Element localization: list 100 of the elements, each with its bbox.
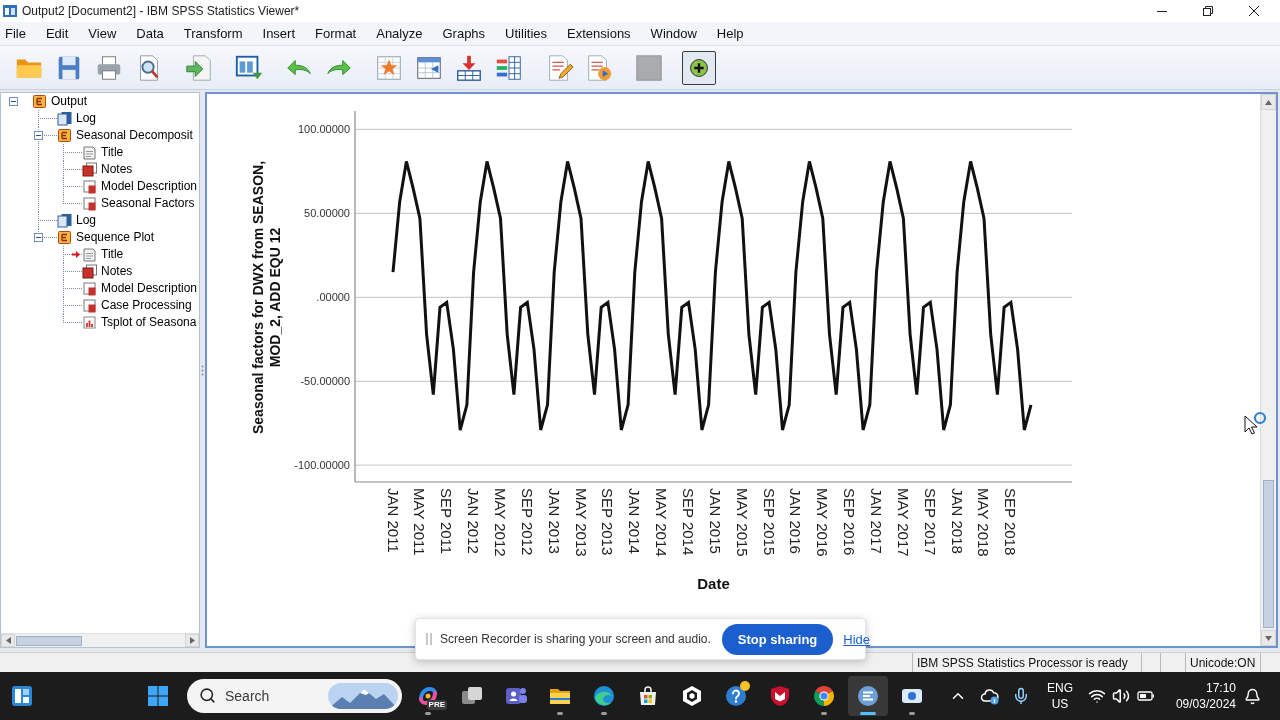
- stop-sharing-button[interactable]: Stop sharing: [721, 623, 834, 655]
- x-tick-label: MAY 2012: [491, 488, 509, 557]
- status-message: IBM SPSS Statistics Processor is ready: [917, 655, 1128, 670]
- x-tick-label: JAN 2018: [948, 488, 966, 554]
- y-axis-title: Seasonal factors for DWX from SEASON, MOD_2, ADD EQU 12: [249, 160, 283, 435]
- minus-box-icon[interactable]: [34, 131, 43, 140]
- book-icon: [57, 128, 72, 143]
- splitter-grip-icon[interactable]: [201, 364, 204, 376]
- windows-logo-icon: [146, 684, 170, 708]
- page-icon: [82, 247, 97, 262]
- x-tick-label: SEP 2013: [599, 488, 617, 556]
- outline-item[interactable]: Model Description: [101, 179, 198, 194]
- table-page-icon: [82, 179, 97, 194]
- taskbar-app-button[interactable]: PRE: [408, 676, 448, 716]
- table-page-icon: [82, 196, 97, 211]
- notes-page-icon: [82, 162, 97, 177]
- outline-item[interactable]: Log: [76, 213, 97, 228]
- x-tick-label: JAN 2013: [545, 488, 563, 554]
- x-tick-label: SEP 2016: [841, 488, 859, 556]
- bar-chart-page-icon: [82, 315, 97, 330]
- x-tick-label: SEP 2015: [760, 488, 778, 556]
- x-tick-label: SEP 2014: [680, 488, 697, 556]
- arrow-page-icon: [184, 52, 214, 83]
- outline-item[interactable]: Tsplot of Seasona: [101, 315, 197, 330]
- bell-icon: [1243, 687, 1261, 705]
- x-tick-label: JAN 2012: [465, 488, 483, 554]
- scroll-down-button[interactable]: [1261, 630, 1276, 646]
- busy-cursor-icon: [1243, 410, 1267, 436]
- outline-item[interactable]: Title: [101, 145, 124, 160]
- input-language-button[interactable]: ENG US: [1041, 676, 1079, 716]
- page-icon: [82, 145, 97, 160]
- cloud-icon: [980, 686, 1000, 706]
- outline-item[interactable]: Notes: [101, 162, 133, 177]
- taskbar-app-button[interactable]: [848, 676, 888, 716]
- book-icon: [57, 230, 72, 245]
- menu-item[interactable]: Window: [640, 22, 707, 45]
- outline-item[interactable]: Seasonal Factors: [101, 196, 195, 211]
- wave-circle-icon: [592, 684, 616, 708]
- lines-circle-icon: [856, 684, 880, 708]
- book-icon: [32, 94, 47, 109]
- menu-item[interactable]: Format: [305, 22, 367, 45]
- minus-box-icon[interactable]: [34, 233, 43, 242]
- scroll-right-button[interactable]: [185, 634, 199, 647]
- menu-item[interactable]: View: [78, 22, 127, 45]
- menu-item[interactable]: Utilities: [495, 22, 557, 45]
- outline-item[interactable]: Case Processing: [101, 298, 192, 313]
- outline-item[interactable]: Notes: [101, 264, 133, 279]
- microphone-icon: [1012, 687, 1030, 705]
- x-tick-label: SEP 2018: [1002, 488, 1020, 556]
- x-tick-label: SEP 2017: [921, 488, 939, 556]
- outline-item[interactable]: Log: [76, 111, 97, 126]
- x-tick-label: SEP 2011: [438, 488, 456, 555]
- y-tick-label: -100.00000: [294, 459, 350, 472]
- clock-button[interactable]: 17:10 09/03/2024: [1170, 676, 1240, 716]
- outline-item[interactable]: Sequence Plot: [76, 230, 155, 245]
- down-triangle-icon: [1265, 634, 1272, 642]
- help-icon: [724, 684, 748, 708]
- scrollbar-thumb[interactable]: [16, 635, 82, 646]
- scroll-up-button[interactable]: [1261, 94, 1276, 110]
- x-tick-label: MAY 2013: [572, 488, 590, 557]
- menu-item[interactable]: File: [0, 22, 36, 45]
- scroll-left-button[interactable]: [1, 634, 15, 647]
- x-tick-label: MAY 2017: [894, 488, 912, 557]
- hide-link[interactable]: Hide: [843, 631, 871, 647]
- minus-box-icon[interactable]: [9, 97, 18, 106]
- drag-handle-icon[interactable]: [426, 632, 432, 646]
- menu-item[interactable]: Insert: [252, 22, 306, 45]
- scrollbar-thumb[interactable]: [1263, 480, 1274, 628]
- x-tick-label: MAY 2015: [733, 488, 751, 557]
- toolbar-button[interactable]: [682, 50, 716, 85]
- menu-item[interactable]: Transform: [173, 22, 253, 45]
- x-tick-label: MAY 2011: [411, 488, 429, 556]
- notebook-icon: [57, 111, 72, 126]
- y-tick-label: 100.00000: [298, 123, 350, 136]
- hexagon-icon: [680, 684, 704, 708]
- window-title: Output2 [Document2] - IBM SPSS Statistics Viewer*: [22, 4, 300, 18]
- menu-item[interactable]: Extensions: [557, 22, 641, 45]
- encoding-status: Unicode:ON: [1190, 655, 1256, 670]
- outline-item[interactable]: Seasonal Decomposit: [76, 128, 193, 143]
- x-tick-label: MAY 2018: [975, 488, 993, 557]
- x-tick-label: JAN 2011: [384, 488, 402, 553]
- menu-item[interactable]: Graphs: [432, 22, 496, 45]
- menu-item[interactable]: Help: [706, 22, 754, 45]
- x-tick-label: JAN 2016: [787, 488, 805, 554]
- mountain-scene-icon: [328, 683, 398, 709]
- notes-page-icon: [82, 264, 97, 279]
- x-tick-label: MAY 2016: [814, 488, 832, 557]
- blank-square-icon: [634, 52, 664, 83]
- table-page-icon: [82, 298, 97, 313]
- table-page-icon: [82, 281, 97, 296]
- search-icon: [199, 687, 216, 704]
- outline-item[interactable]: Output: [51, 94, 88, 109]
- x-tick-label: MAY 2014: [653, 488, 671, 557]
- menu-item[interactable]: Analyze: [366, 22, 433, 45]
- menu-item[interactable]: Edit: [35, 22, 79, 45]
- wifi-icon: [1088, 687, 1106, 705]
- x-tick-label: SEP 2012: [518, 488, 536, 556]
- outline-item[interactable]: Title: [101, 247, 124, 262]
- menu-item[interactable]: Data: [126, 22, 174, 45]
- outline-item[interactable]: Model Description: [101, 281, 198, 296]
